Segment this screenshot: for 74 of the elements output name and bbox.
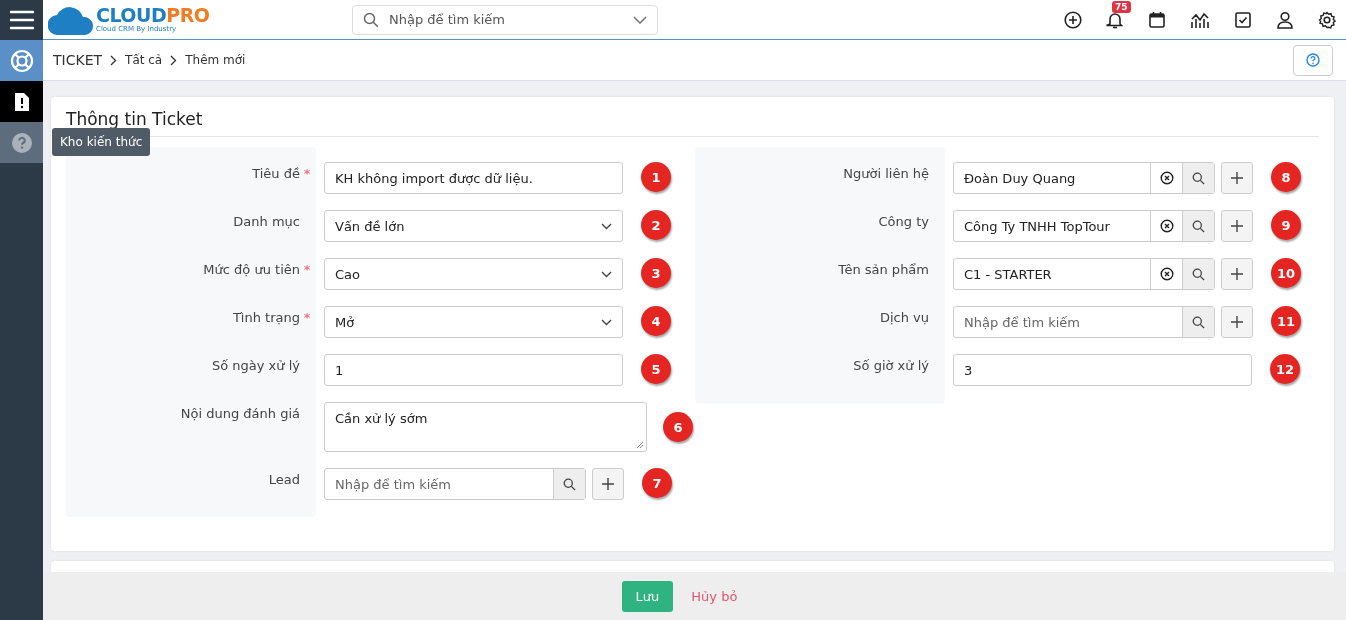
breadcrumb-item[interactable]: Tất cả [125, 53, 163, 67]
cloud-logo-icon [48, 4, 94, 35]
required-mark: * [303, 166, 311, 181]
plus-icon [602, 478, 614, 490]
plus-icon [1231, 316, 1243, 328]
notification-badge: 75 [1112, 0, 1131, 13]
add-circle-icon[interactable] [1064, 10, 1082, 29]
help-icon [11, 132, 32, 153]
number-badge: 12 [1270, 354, 1300, 384]
number-badge: 1 [641, 162, 671, 192]
number-badge: 6 [663, 412, 693, 442]
logo-text: CLOUDPRO [96, 6, 210, 25]
field-label: Số ngày xử lý [212, 358, 300, 375]
menu-icon [9, 10, 34, 30]
resize-grip-icon [636, 441, 644, 449]
number-badge: 2 [641, 210, 671, 240]
user-icon[interactable] [1276, 10, 1294, 29]
chevron-right-icon [170, 54, 178, 66]
select-field[interactable]: Mở [324, 306, 623, 338]
field-label: Dịch vụ [879, 310, 929, 327]
number-badge: 10 [1271, 258, 1301, 288]
add-button[interactable] [1221, 258, 1253, 290]
field-label: Tiêu đề [252, 166, 300, 183]
required-mark: * [303, 262, 311, 277]
field-label: Số giờ xử lý [853, 358, 929, 375]
plus-icon [1231, 268, 1243, 280]
textarea-field[interactable]: Cần xử lý sớm [324, 402, 647, 452]
chevron-down-icon [633, 15, 647, 24]
chart-icon[interactable] [1190, 10, 1210, 29]
add-button[interactable] [592, 468, 624, 500]
checkbox-icon[interactable] [1234, 10, 1252, 29]
select-field[interactable]: Cao [324, 258, 623, 290]
number-badge: 9 [1271, 210, 1301, 240]
number-badge: 3 [641, 258, 671, 288]
select-field[interactable]: Vấn đề lớn [324, 210, 623, 242]
field-label: Danh mục [233, 214, 300, 231]
number-badge: 4 [641, 306, 671, 336]
sidebar-item[interactable] [0, 81, 43, 122]
bell-icon[interactable] [1106, 10, 1124, 29]
plus-icon [1231, 172, 1243, 184]
lifebuoy-icon [9, 48, 34, 73]
document-alert-icon [13, 91, 30, 112]
chevron-down-icon [601, 318, 612, 326]
number-badge: 8 [1271, 162, 1301, 192]
chevron-down-icon [601, 270, 612, 278]
calendar-icon[interactable] [1148, 10, 1166, 29]
field-label: Nội dung đánh giá [180, 406, 300, 423]
add-button[interactable] [1221, 306, 1253, 338]
field-label: Người liên hệ [843, 166, 929, 183]
number-badge: 7 [642, 468, 672, 498]
chevron-right-icon [110, 54, 118, 66]
field-label: Mức độ ưu tiên [203, 262, 300, 279]
field-label: Lead [268, 472, 300, 489]
required-mark: * [303, 310, 311, 325]
add-button[interactable] [1221, 210, 1253, 242]
help-icon [1306, 53, 1320, 67]
field-label: Tên sản phẩm [838, 262, 929, 279]
number-badge: 11 [1271, 306, 1301, 336]
breadcrumb-item[interactable]: TICKET [53, 52, 103, 68]
chevron-down-icon [601, 222, 612, 230]
text-field[interactable]: 3 [953, 354, 1252, 386]
text-field[interactable]: 1 [324, 354, 623, 386]
breadcrumb-item: Thêm mới [185, 53, 246, 67]
field-label: Tình trạng [232, 310, 300, 327]
text-field[interactable]: KH không import được dữ liệu. [324, 162, 623, 194]
field-label: Công ty [878, 214, 929, 231]
search-icon [363, 11, 379, 28]
search-field[interactable]: Nhập để tìm kiếm [352, 4, 658, 35]
help-button[interactable] [1293, 44, 1333, 76]
settings-icon[interactable] [1318, 10, 1336, 29]
plus-icon [1231, 220, 1243, 232]
tooltip: Kho kiến thức [52, 128, 151, 156]
add-button[interactable] [1221, 162, 1253, 194]
number-badge: 5 [641, 354, 671, 384]
